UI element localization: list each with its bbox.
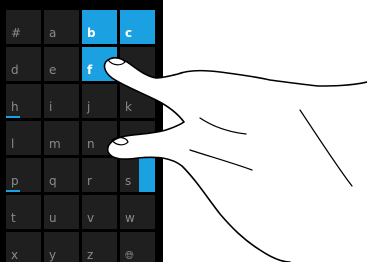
screenshot-stage: # a b c d e f g h i j k l m n o p q r s … xyxy=(0,0,367,262)
hand-outline xyxy=(103,57,367,262)
pinch-gesture-hand-illustration xyxy=(103,56,367,262)
